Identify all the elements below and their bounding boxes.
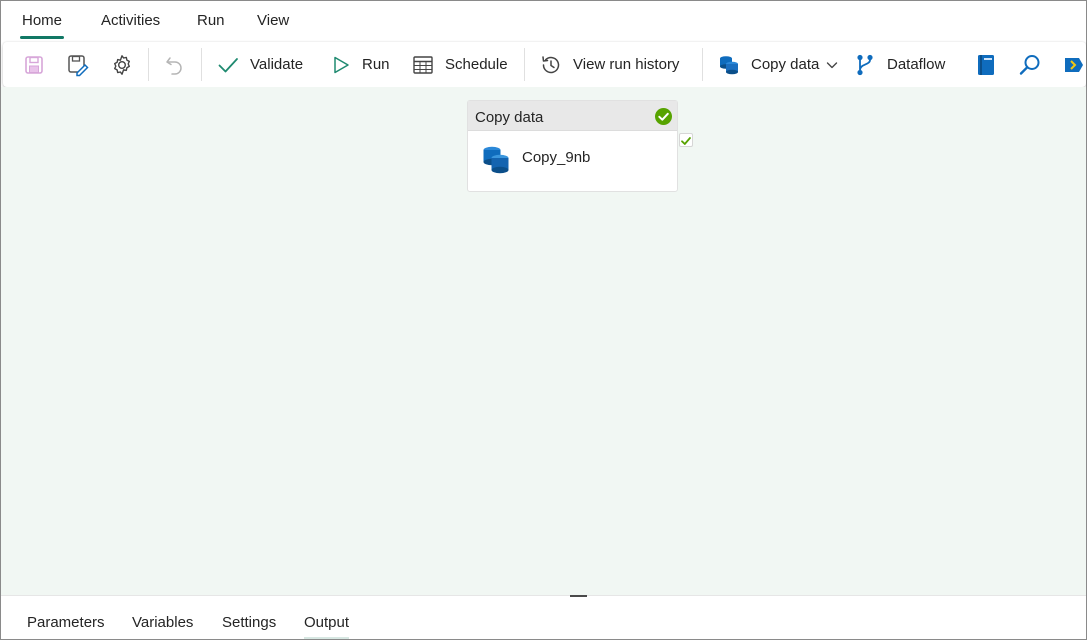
- activity-name: Copy_9nb: [522, 149, 591, 166]
- view-run-history-label: View run history: [573, 56, 680, 73]
- menu-tabs: Home Activities Run View: [1, 1, 1086, 41]
- chevron-down-icon: [827, 61, 838, 68]
- tab-variables[interactable]: Variables: [132, 614, 193, 631]
- copy-data-icon: [720, 55, 738, 74]
- tab-parameters[interactable]: Parameters: [27, 614, 105, 631]
- schedule-button[interactable]: Schedule: [411, 42, 508, 87]
- ribbon-separator: [148, 48, 149, 81]
- on-success-port[interactable]: [679, 133, 693, 147]
- copy-data-label: Copy data: [751, 56, 820, 73]
- checkmark-icon: [681, 137, 691, 145]
- bottom-panel: Parameters Variables Settings Output: [1, 595, 1086, 639]
- view-run-history-button[interactable]: View run history: [539, 42, 679, 87]
- save-as-icon: [68, 54, 89, 76]
- run-label: Run: [362, 56, 390, 73]
- dataflow-button[interactable]: Dataflow: [855, 42, 945, 87]
- schedule-label: Schedule: [445, 56, 508, 73]
- save-button[interactable]: [23, 42, 45, 87]
- copy-data-icon: [483, 146, 509, 174]
- panel-resize-handle[interactable]: [570, 595, 587, 597]
- tab-home[interactable]: Home: [19, 12, 65, 39]
- tab-view[interactable]: View: [257, 12, 289, 38]
- copy-data-dropdown[interactable]: Copy data: [717, 42, 839, 87]
- settings-icon: [114, 54, 130, 75]
- ribbon-separator: [702, 48, 703, 81]
- validate-label: Validate: [250, 56, 304, 73]
- tab-output[interactable]: Output: [304, 614, 350, 639]
- lookup-icon: [1019, 54, 1040, 75]
- ribbon-separator: [524, 48, 525, 81]
- script-icon: [1065, 57, 1083, 72]
- dataflow-icon: [857, 54, 873, 75]
- copy-data-activity[interactable]: Copy data Copy_9nb: [467, 100, 678, 192]
- validate-button[interactable]: Validate: [216, 42, 303, 87]
- tab-settings[interactable]: Settings: [222, 614, 276, 631]
- tab-run[interactable]: Run: [197, 12, 225, 38]
- notebook-button[interactable]: [975, 42, 997, 87]
- checkmark-icon: [218, 57, 238, 72]
- notebook-icon: [978, 54, 994, 75]
- run-button[interactable]: Run: [330, 42, 390, 87]
- undo-button[interactable]: [164, 42, 186, 87]
- dataflow-label: Dataflow: [887, 56, 946, 73]
- script-button[interactable]: [1061, 42, 1085, 87]
- tab-activities[interactable]: Activities: [101, 12, 160, 38]
- save-as-button[interactable]: [66, 42, 90, 87]
- undo-icon: [166, 56, 182, 75]
- activity-body: Copy_9nb: [468, 131, 677, 191]
- play-icon: [334, 56, 349, 73]
- save-icon: [25, 55, 43, 74]
- calendar-icon: [413, 55, 433, 74]
- activity-header: Copy data: [468, 101, 677, 131]
- activity-type-label: Copy data: [475, 109, 544, 126]
- ribbon-toolbar: Validate Run Schedule View run history C…: [3, 42, 1086, 87]
- pipeline-canvas[interactable]: Copy data Copy_9nb: [1, 87, 1086, 595]
- success-status-icon: [655, 108, 672, 125]
- ribbon-separator: [201, 48, 202, 81]
- settings-button[interactable]: [110, 42, 134, 87]
- lookup-button[interactable]: [1018, 42, 1042, 87]
- history-icon: [542, 55, 560, 73]
